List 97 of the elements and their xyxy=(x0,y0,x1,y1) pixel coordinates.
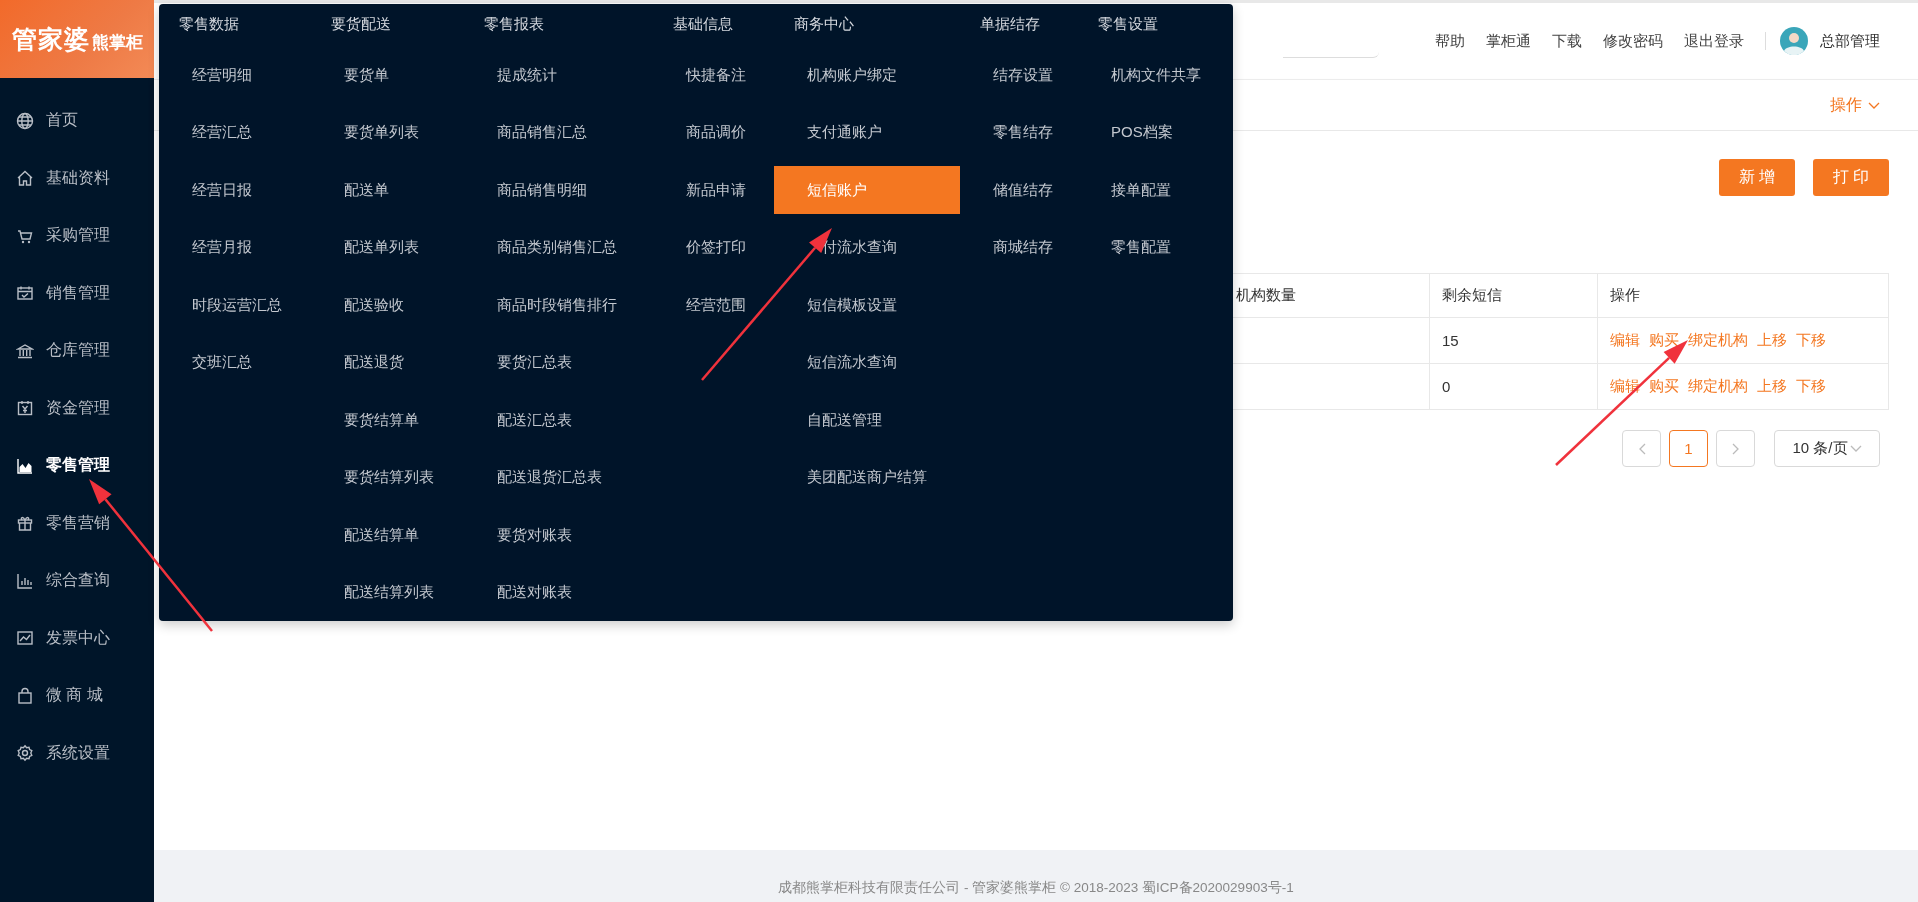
table-cell: 0 xyxy=(1430,363,1598,409)
menu-item[interactable]: 经营范围 xyxy=(653,281,774,329)
menu-item[interactable]: 要货对账表 xyxy=(464,511,653,559)
menu-item[interactable]: 机构文件共享 xyxy=(1078,51,1233,99)
menu-item[interactable]: 要货结算单 xyxy=(311,396,464,444)
menu-group-title: 要货配送 xyxy=(331,15,391,32)
menu-item[interactable]: 商品类别销售汇总 xyxy=(464,223,653,272)
menu-item[interactable]: 要货单列表 xyxy=(311,108,464,157)
area-chart-icon xyxy=(16,456,34,475)
menu-group-title: 基础信息 xyxy=(673,15,733,32)
sidebar-item[interactable]: 资金管理 xyxy=(0,379,154,437)
chevron-down-icon xyxy=(1849,444,1862,453)
menu-item[interactable]: 储值结存 xyxy=(960,166,1078,214)
menu-item[interactable]: 经营汇总 xyxy=(159,108,311,157)
menu-group-title: 零售设置 xyxy=(1098,15,1158,32)
menu-group-title: 零售数据 xyxy=(179,15,239,32)
menu-item[interactable]: 接单配置 xyxy=(1078,166,1233,214)
sidebar-item[interactable]: 零售管理 xyxy=(0,437,154,495)
menu-item[interactable]: 自配送管理 xyxy=(774,396,960,444)
menu-item[interactable]: 机构账户绑定 xyxy=(774,51,960,99)
footer-text: 成都熊掌柜科技有限责任公司 - 管家婆熊掌柜 © 2018-2023 蜀ICP备2020029903号-1 xyxy=(778,879,1294,897)
menu-item[interactable]: 美团配送商户结算 xyxy=(774,453,960,502)
menu-item[interactable]: 经营月报 xyxy=(159,223,311,272)
menu-item[interactable]: 要货单 xyxy=(311,51,464,99)
logo-product: 熊掌柜 xyxy=(91,31,143,54)
prev-page-button[interactable] xyxy=(1622,430,1661,467)
menu-item[interactable]: 结存设置 xyxy=(960,51,1078,99)
calendar-check-icon xyxy=(16,284,34,303)
sidebar-item[interactable]: 采购管理 xyxy=(0,207,154,265)
menu-item[interactable]: 配送结算列表 xyxy=(311,568,464,617)
home-icon xyxy=(16,169,34,188)
user-name[interactable]: 总部管理 xyxy=(1820,31,1880,51)
avatar-icon xyxy=(1780,27,1808,55)
shopping-bag-icon xyxy=(16,686,34,705)
menu-item[interactable]: 要货汇总表 xyxy=(464,338,653,387)
menu-item[interactable]: 提成统计 xyxy=(464,51,653,99)
menu-item[interactable]: 配送汇总表 xyxy=(464,396,653,444)
menu-item[interactable]: 经营明细 xyxy=(159,51,311,99)
line-chart-icon xyxy=(16,629,34,648)
header-link[interactable]: 下载 xyxy=(1552,31,1582,51)
menu-item[interactable]: 要货结算列表 xyxy=(311,453,464,502)
bank-icon xyxy=(16,341,34,360)
menu-item[interactable]: 商品时段销售排行 xyxy=(464,281,653,329)
menu-item[interactable]: POS档案 xyxy=(1078,108,1233,157)
menu-group-title: 单据结存 xyxy=(980,15,1040,32)
menu-item[interactable]: 配送结算单 xyxy=(311,511,464,559)
menu-item[interactable]: 商城结存 xyxy=(960,223,1078,272)
logo-brand: 管家婆 xyxy=(11,23,90,55)
menu-item[interactable]: 零售配置 xyxy=(1078,223,1233,272)
menu-item[interactable]: 配送对账表 xyxy=(464,568,653,617)
menu-item[interactable]: 配送单 xyxy=(311,166,464,214)
menu-item[interactable]: 付流水查询 xyxy=(774,223,960,272)
next-page-button[interactable] xyxy=(1716,430,1755,467)
menu-item[interactable]: 商品销售汇总 xyxy=(464,108,653,157)
menu-item[interactable]: 配送验收 xyxy=(311,281,464,329)
header-link[interactable]: 帮助 xyxy=(1435,31,1465,51)
settings-icon xyxy=(16,744,34,763)
next-page-icon xyxy=(1731,442,1740,455)
header-link[interactable]: 修改密码 xyxy=(1603,31,1663,51)
sidebar-item[interactable]: 发票中心 xyxy=(0,609,154,667)
menu-item[interactable]: 零售结存 xyxy=(960,108,1078,157)
yen-calendar-icon xyxy=(16,399,34,418)
menu-item[interactable]: 配送退货汇总表 xyxy=(464,453,653,502)
globe-icon xyxy=(16,111,34,130)
menu-item[interactable]: 商品销售明细 xyxy=(464,166,653,214)
header-link[interactable]: 退出登录 xyxy=(1684,31,1744,51)
menu-item[interactable]: 短信模板设置 xyxy=(774,281,960,329)
column-header: 操作 xyxy=(1598,274,1888,318)
menu-item[interactable]: 商品调价 xyxy=(653,108,774,157)
menu-group-title: 零售报表 xyxy=(484,15,544,32)
menu-item[interactable]: 支付通账户 xyxy=(774,108,960,157)
menu-item[interactable]: 交班汇总 xyxy=(159,338,311,387)
sidebar-item[interactable]: 系统设置 xyxy=(0,724,154,782)
menu-item[interactable]: 配送退货 xyxy=(311,338,464,387)
menu-item[interactable]: 时段运营汇总 xyxy=(159,281,311,329)
sidebar-item[interactable]: 零售营销 xyxy=(0,494,154,552)
menu-item[interactable]: 价签打印 xyxy=(653,223,774,272)
gift-icon xyxy=(16,514,34,533)
page-size-select[interactable]: 10 条/页 xyxy=(1774,430,1880,467)
sidebar-item[interactable]: 销售管理 xyxy=(0,264,154,322)
header-link[interactable]: 掌柜通 xyxy=(1486,31,1531,51)
sidebar-item[interactable]: 微 商 城 xyxy=(0,667,154,725)
menu-item[interactable]: 快捷备注 xyxy=(653,51,774,99)
prev-page-icon xyxy=(1637,442,1646,455)
menu-item[interactable]: 经营日报 xyxy=(159,166,311,214)
chevron-down-icon xyxy=(1868,100,1880,110)
bar-chart-icon xyxy=(16,571,34,590)
sidebar-item[interactable]: 基础资料 xyxy=(0,149,154,207)
menu-group-title: 商务中心 xyxy=(794,15,854,32)
sidebar-item[interactable]: 综合查询 xyxy=(0,552,154,610)
sidebar-item[interactable]: 首页 xyxy=(0,92,154,150)
sidebar-item[interactable]: 仓库管理 xyxy=(0,322,154,380)
table-cell: 15 xyxy=(1430,318,1598,364)
menu-item[interactable]: 配送单列表 xyxy=(311,223,464,272)
column-header: 剩余短信 xyxy=(1430,274,1598,318)
menu-item[interactable]: 新品申请 xyxy=(653,166,774,214)
menu-item[interactable]: 短信流水查询 xyxy=(774,338,960,387)
